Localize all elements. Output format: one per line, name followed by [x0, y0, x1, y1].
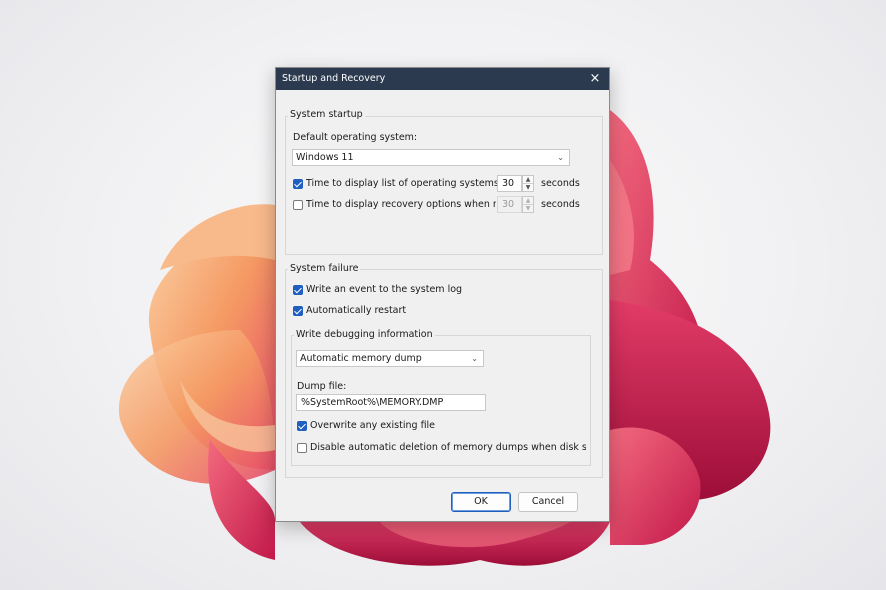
spin-up-icon: ▲ — [523, 197, 533, 205]
disable-deletion-label: Disable automatic deletion of memory dum… — [310, 442, 586, 453]
overwrite-label: Overwrite any existing file — [310, 420, 436, 431]
auto-restart-label: Automatically restart — [306, 305, 407, 316]
default-os-label: Default operating system: — [293, 132, 418, 143]
display-list-seconds-input[interactable]: 30 — [497, 175, 522, 192]
debug-info-label: Write debugging information — [294, 329, 435, 340]
chevron-down-icon: ⌄ — [557, 153, 564, 162]
recovery-options-seconds-input: 30 — [497, 196, 522, 213]
default-os-value: Windows 11 — [296, 152, 354, 163]
recovery-options-label: Time to display recovery options when ne… — [306, 199, 496, 210]
close-icon[interactable]: × — [581, 68, 609, 90]
write-event-checkbox[interactable] — [293, 285, 303, 295]
recovery-options-unit: seconds — [541, 199, 580, 210]
display-list-label: Time to display list of operating system… — [306, 178, 503, 189]
chevron-down-icon: ⌄ — [471, 354, 478, 363]
recovery-options-spinner: ▲ ▼ — [522, 196, 534, 213]
ok-button[interactable]: OK — [451, 492, 511, 512]
display-list-unit: seconds — [541, 178, 580, 189]
spin-down-icon[interactable]: ▼ — [523, 184, 533, 191]
display-list-spinner[interactable]: ▲ ▼ — [522, 175, 534, 192]
system-startup-label: System startup — [288, 109, 365, 120]
display-list-checkbox[interactable] — [293, 179, 303, 189]
system-failure-label: System failure — [288, 263, 361, 274]
auto-restart-checkbox[interactable] — [293, 306, 303, 316]
recovery-options-checkbox[interactable] — [293, 200, 303, 210]
default-os-select[interactable]: Windows 11 ⌄ — [292, 149, 570, 166]
spin-down-icon: ▼ — [525, 205, 531, 212]
cancel-button[interactable]: Cancel — [518, 492, 578, 512]
dump-file-label: Dump file: — [297, 381, 347, 392]
dump-file-input[interactable]: %SystemRoot%\MEMORY.DMP — [296, 394, 486, 411]
dialog-title: Startup and Recovery — [282, 73, 386, 84]
spin-up-icon[interactable]: ▲ — [523, 176, 533, 184]
overwrite-checkbox[interactable] — [297, 421, 307, 431]
disable-deletion-checkbox[interactable] — [297, 443, 307, 453]
startup-recovery-dialog: Startup and Recovery × System startup De… — [275, 67, 610, 522]
dump-type-value: Automatic memory dump — [300, 353, 422, 364]
write-event-label: Write an event to the system log — [306, 284, 463, 295]
dialog-titlebar: Startup and Recovery × — [276, 68, 609, 90]
dump-type-select[interactable]: Automatic memory dump ⌄ — [296, 350, 484, 367]
